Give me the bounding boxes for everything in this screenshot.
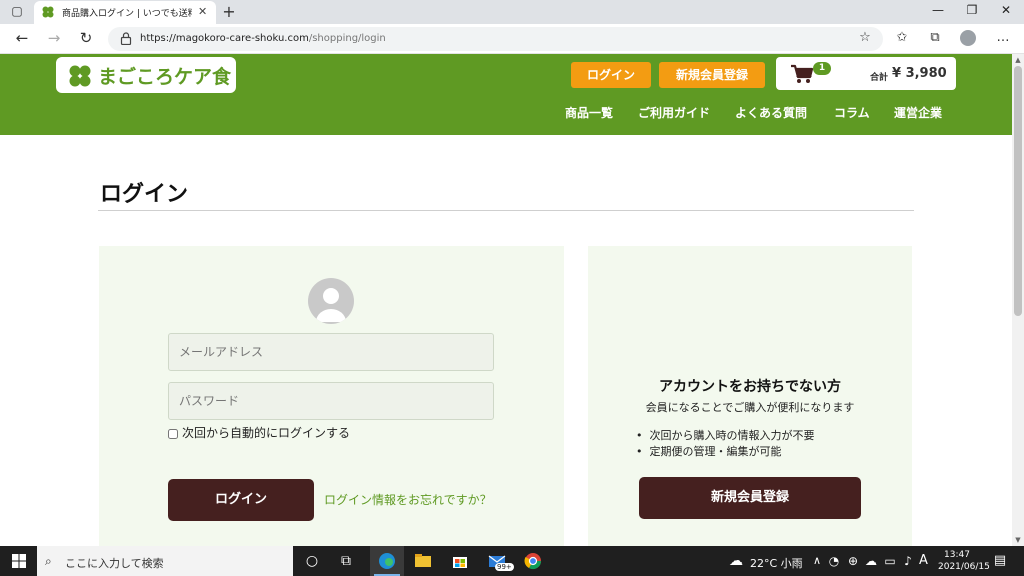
nav-column[interactable]: コラム <box>834 104 870 121</box>
store-icon[interactable] <box>450 551 470 571</box>
nav-company[interactable]: 運営企業 <box>894 104 942 121</box>
scroll-up-icon[interactable]: ▲ <box>1014 56 1022 64</box>
remember-login[interactable]: 次回から自動的にログインする <box>168 424 350 441</box>
email-field[interactable] <box>168 333 494 371</box>
favorites-icon[interactable]: ✩ <box>893 30 911 48</box>
page-scrollbar[interactable]: ▲ ▼ <box>1012 54 1024 546</box>
reload-icon[interactable]: ↻ <box>76 29 96 47</box>
password-field[interactable] <box>168 382 494 420</box>
url-text: https://magokoro-care-shoku.com/shopping… <box>140 33 386 44</box>
tray-meet-icon[interactable]: ⊕ <box>843 551 863 571</box>
back-arrow-icon[interactable]: ← <box>12 29 32 47</box>
lock-icon <box>120 32 132 45</box>
cart-total-label: 合計 <box>870 73 889 83</box>
register-heading: アカウントをお持ちでない方 <box>659 379 841 395</box>
taskbar-clock[interactable]: 13:47 2021/06/15 <box>938 549 990 573</box>
register-button[interactable]: 新規会員登録 <box>639 477 861 519</box>
clock-time: 13:47 <box>944 550 970 560</box>
volume-icon[interactable]: ♪ <box>898 551 918 571</box>
more-menu-icon[interactable]: … <box>994 30 1012 48</box>
register-subtext: 会員になることでご購入が便利になります <box>645 401 855 414</box>
ime-indicator[interactable]: A <box>919 553 928 568</box>
clock-date: 2021/06/15 <box>938 562 990 572</box>
mail-badge: 99+ <box>495 563 514 571</box>
site-header: まごころケア食 ログイン 新規会員登録 1 合計 ¥ 3,980 商品一覧 ご利… <box>0 54 1012 135</box>
nav-guide[interactable]: ご利用ガイド <box>638 104 710 121</box>
benefit-item: • 定期便の管理・編集が可能 <box>636 445 782 458</box>
nav-products[interactable]: 商品一覧 <box>565 104 613 121</box>
benefit-item: • 次回から購入時の情報入力が不要 <box>636 429 815 442</box>
site-favicon-icon <box>42 6 54 18</box>
cortana-icon[interactable]: ○ <box>302 551 322 571</box>
profile-avatar-icon[interactable] <box>960 30 976 46</box>
notification-icon[interactable]: ▤ <box>990 551 1010 571</box>
restore-icon[interactable]: ❐ <box>962 3 982 17</box>
network-icon[interactable]: ▭ <box>880 551 900 571</box>
weather-icon[interactable]: ☁ <box>726 551 746 571</box>
nav-faq[interactable]: よくある質問 <box>735 104 807 121</box>
chrome-icon[interactable] <box>523 551 543 571</box>
favorite-star-icon[interactable]: ☆ <box>856 30 874 48</box>
header-login-button[interactable]: ログイン <box>571 62 651 88</box>
url-path: /shopping/login <box>308 33 386 44</box>
address-bar[interactable]: https://magokoro-care-shoku.com/shopping… <box>108 27 883 51</box>
benefit-list: • 次回から購入時の情報入力が不要 • 定期便の管理・編集が可能 <box>636 428 814 460</box>
tray-app-icon[interactable]: ◔ <box>824 551 844 571</box>
taskbar-search[interactable]: ⌕ ここに入力して検索 <box>37 546 293 576</box>
forward-arrow-icon[interactable]: → <box>44 29 64 47</box>
tab-close-icon[interactable]: ✕ <box>198 5 207 18</box>
browser-tab-active[interactable]: 商品購入ログイン | いつでも送料無料 ✕ <box>34 1 216 24</box>
cart-count-badge: 1 <box>813 62 831 75</box>
search-icon: ⌕ <box>45 554 52 568</box>
remember-label: 次回から自動的にログインする <box>182 426 351 440</box>
cart-icon <box>791 64 814 83</box>
remember-checkbox[interactable] <box>168 428 178 439</box>
title-divider <box>98 210 914 211</box>
windows-start-icon[interactable] <box>12 554 26 568</box>
file-explorer-icon[interactable] <box>413 551 433 571</box>
new-tab-icon[interactable]: + <box>220 2 238 21</box>
scroll-down-icon[interactable]: ▼ <box>1014 536 1022 544</box>
site-logo[interactable]: まごころケア食 <box>56 57 236 93</box>
tab-actions-icon[interactable]: ▢ <box>8 4 26 20</box>
taskbar-search-placeholder: ここに入力して検索 <box>65 557 164 570</box>
tab-title: 商品購入ログイン | いつでも送料無料 <box>62 9 192 19</box>
register-panel: アカウントをお持ちでない方 会員になることでご購入が便利になります • 次回から… <box>588 246 912 546</box>
header-register-button[interactable]: 新規会員登録 <box>659 62 765 88</box>
close-window-icon[interactable]: ✕ <box>996 3 1016 17</box>
minimize-icon[interactable]: — <box>928 3 948 17</box>
url-domain: https://magokoro-care-shoku.com <box>140 33 309 44</box>
weather-text[interactable]: 22°C 小雨 <box>750 555 803 571</box>
browser-toolbar: ← → ↻ https://magokoro-care-shoku.com/sh… <box>0 24 1024 54</box>
scroll-thumb[interactable] <box>1014 66 1022 316</box>
task-view-icon[interactable]: ⧉ <box>336 551 356 571</box>
cart-summary[interactable]: 1 合計 ¥ 3,980 <box>776 57 956 90</box>
logo-text: まごころケア食 <box>98 66 232 88</box>
login-submit-button[interactable]: ログイン <box>168 479 314 521</box>
collections-icon[interactable]: ⧉ <box>926 30 944 48</box>
browser-tab-bar: ▢ 商品購入ログイン | いつでも送料無料 ✕ + — ❐ ✕ <box>0 0 1024 24</box>
clover-logo-icon <box>69 65 91 87</box>
onedrive-icon[interactable]: ☁ <box>861 551 881 571</box>
cart-total: ¥ 3,980 <box>892 66 947 81</box>
windows-taskbar: ⌕ ここに入力して検索 ○ ⧉ 99+ ☁ 22°C 小雨 ∧ ◔ ⊕ ☁ ▭ … <box>0 546 1024 576</box>
edge-icon[interactable] <box>377 551 397 571</box>
user-avatar-icon <box>308 278 354 324</box>
login-panel: 次回から自動的にログインする ログイン ログイン情報をお忘れですか？ <box>99 246 564 546</box>
forgot-password-link[interactable]: ログイン情報をお忘れですか？ <box>324 491 492 508</box>
page-title: ログイン <box>100 182 189 207</box>
